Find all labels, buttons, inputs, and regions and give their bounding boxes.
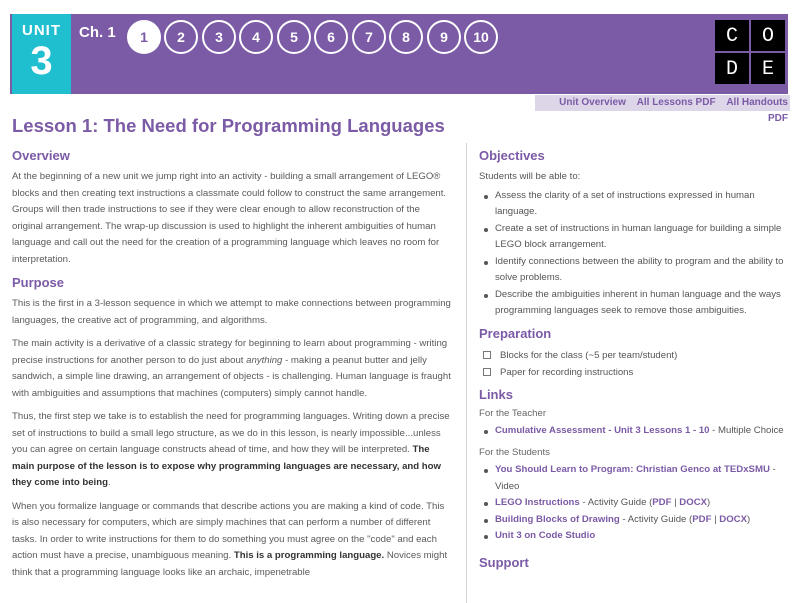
code-logo[interactable]: C O D E: [715, 20, 785, 84]
unit-label: UNIT: [22, 22, 61, 39]
lesson-circle-6[interactable]: 6: [314, 20, 348, 54]
teacher-links-list: Cumulative Assessment - Unit 3 Lessons 1…: [479, 423, 788, 440]
lego-pdf-link[interactable]: PDF: [652, 497, 671, 508]
lesson-circle-8[interactable]: 8: [389, 20, 423, 54]
logo-letter-e: E: [751, 53, 785, 84]
purpose-paragraph-3: Thus, the first step we take is to estab…: [12, 409, 452, 492]
preparation-item: Paper for recording instructions: [483, 364, 788, 381]
objectives-intro: Students will be able to:: [479, 171, 581, 182]
objective-item: Create a set of instructions in human la…: [484, 221, 788, 254]
lego-docx-link[interactable]: DOCX: [679, 497, 707, 508]
student-link-item: LEGO Instructions - Activity Guide (PDF …: [484, 495, 788, 512]
overview-text: At the beginning of a new unit we jump r…: [12, 171, 447, 265]
ted-video-link[interactable]: You Should Learn to Program: Christian G…: [495, 464, 770, 475]
objective-item: Identify connections between the ability…: [484, 254, 788, 287]
lesson-circle-9[interactable]: 9: [427, 20, 461, 54]
lesson-circle-4[interactable]: 4: [239, 20, 273, 54]
lego-end: ): [707, 497, 711, 508]
sidebar-panel: Objectives Students will be able to: Ass…: [466, 143, 788, 603]
for-students-label: For the Students: [479, 447, 550, 458]
purpose-paragraph-1: This is the first in a 3-lesson sequence…: [12, 298, 451, 326]
checkbox-icon: [483, 350, 491, 359]
objective-item: Assess the clarity of a set of instructi…: [484, 188, 788, 221]
cumulative-assessment-link[interactable]: Cumulative Assessment - Unit 3 Lessons 1…: [495, 425, 710, 436]
lesson-circle-5[interactable]: 5: [277, 20, 311, 54]
purpose-heading: Purpose: [12, 275, 65, 290]
lesson-circle-2[interactable]: 2: [164, 20, 198, 54]
unit-overview-link[interactable]: Unit Overview: [559, 97, 626, 108]
preparation-heading: Preparation: [479, 325, 552, 341]
building-blocks-link[interactable]: Building Blocks of Drawing: [495, 514, 620, 525]
purpose-p2-italic: anything: [246, 354, 283, 366]
preparation-list: Blocks for the class (~5 per team/studen…: [479, 347, 788, 381]
lesson-circle-7[interactable]: 7: [352, 20, 386, 54]
objectives-heading: Objectives: [479, 148, 545, 163]
unit-number: 3: [30, 39, 53, 83]
teacher-link-item: Cumulative Assessment - Unit 3 Lessons 1…: [484, 423, 788, 440]
student-link-item: Building Blocks of Drawing - Activity Gu…: [484, 512, 788, 529]
building-blocks-pdf-link[interactable]: PDF: [692, 514, 711, 525]
preparation-item: Blocks for the class (~5 per team/studen…: [483, 347, 788, 364]
lesson-circle-3[interactable]: 3: [202, 20, 236, 54]
objectives-list: Assess the clarity of a set of instructi…: [479, 188, 788, 320]
logo-letter-o: O: [751, 20, 785, 51]
student-link-item: Unit 3 on Code Studio: [484, 528, 788, 545]
purpose-paragraph-4: When you formalize language or commands …: [12, 499, 452, 582]
code-studio-link[interactable]: Unit 3 on Code Studio: [495, 530, 595, 541]
chapter-label: Ch. 1: [79, 24, 116, 41]
building-blocks-mid: - Activity Guide (: [619, 513, 693, 525]
purpose-paragraph-2: The main activity is a derivative of a c…: [12, 336, 452, 402]
preparation-item-label: Blocks for the class (~5 per team/studen…: [500, 349, 678, 361]
checkbox-icon: [483, 367, 491, 376]
logo-letter-c: C: [715, 20, 749, 51]
student-links-list: You Should Learn to Program: Christian G…: [479, 462, 788, 545]
purpose-p3-text-a: Thus, the first step we take is to estab…: [12, 411, 450, 455]
lesson-circle-1[interactable]: 1: [127, 20, 161, 54]
all-lessons-pdf-link[interactable]: All Lessons PDF: [637, 97, 716, 108]
main-content: Overview At the beginning of a new unit …: [12, 148, 452, 588]
building-blocks-docx-link[interactable]: DOCX: [719, 514, 747, 525]
building-blocks-end: ): [746, 513, 751, 525]
purpose-p3-text-c: .: [107, 477, 111, 488]
for-teacher-label: For the Teacher: [479, 407, 547, 419]
top-links-bar: Unit Overview All Lessons PDF All Handou…: [535, 95, 790, 124]
teacher-link-suffix: - Multiple Choice: [709, 424, 784, 436]
support-heading: Support: [479, 554, 529, 570]
lego-instructions-link[interactable]: LEGO Instructions: [495, 497, 580, 508]
links-heading: Links: [479, 386, 513, 402]
objective-item: Describe the ambiguities inherent in hum…: [484, 287, 788, 320]
all-handouts-pdf-link[interactable]: All Handouts PDF: [726, 97, 788, 124]
page-title: Lesson 1: The Need for Programming Langu…: [12, 115, 445, 136]
lesson-circle-10[interactable]: 10: [464, 20, 498, 54]
preparation-item-label: Paper for recording instructions: [500, 366, 634, 378]
purpose-p4-bold: This is a programming language.: [233, 550, 385, 561]
lego-instructions-mid: - Activity Guide (: [579, 497, 653, 508]
overview-heading: Overview: [12, 148, 70, 163]
unit-badge[interactable]: UNIT 3: [12, 14, 71, 94]
logo-letter-d: D: [715, 53, 749, 84]
student-link-item: You Should Learn to Program: Christian G…: [484, 462, 788, 495]
